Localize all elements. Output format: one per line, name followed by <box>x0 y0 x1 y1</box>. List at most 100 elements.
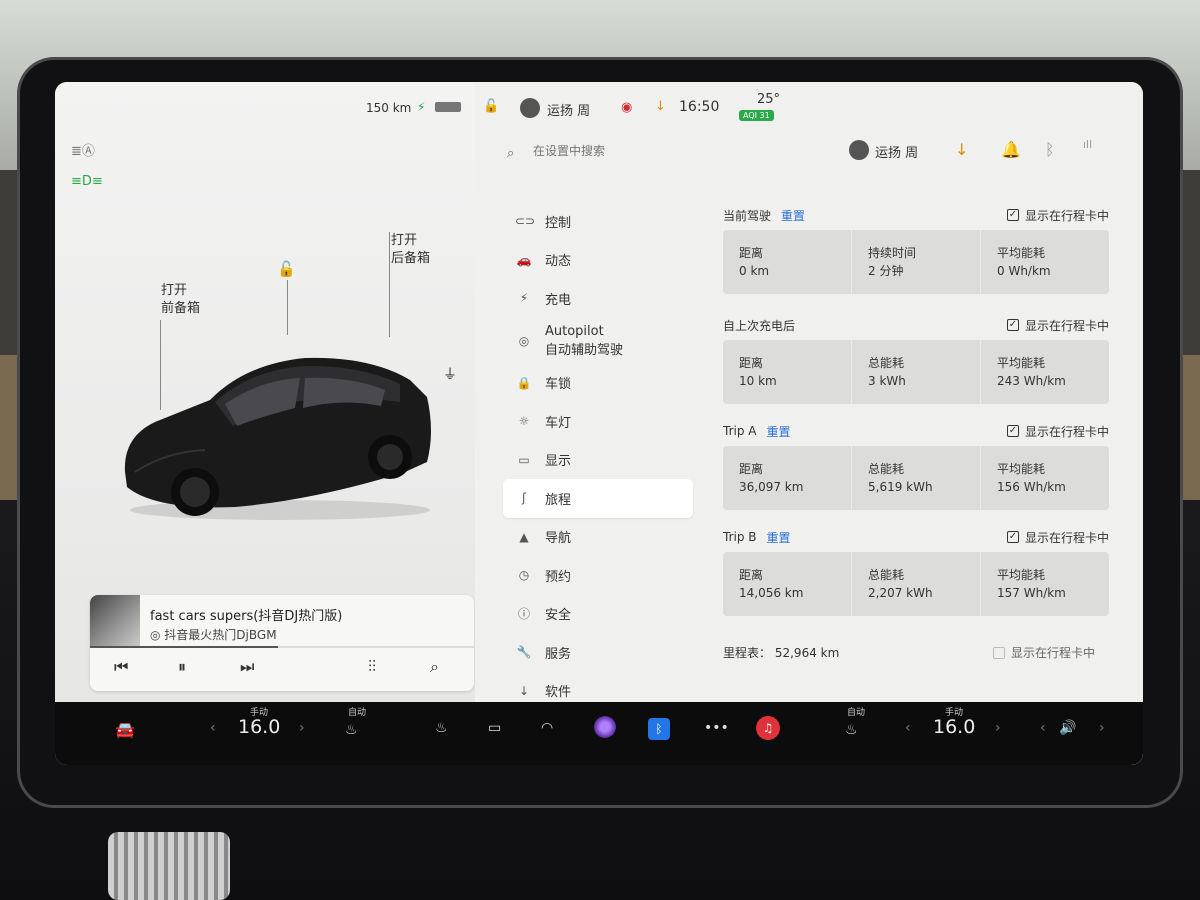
car-icon[interactable]: 🚘 <box>115 720 135 739</box>
left-seat-heater-icon[interactable]: ♨ <box>345 722 358 738</box>
show-on-card-toggle[interactable]: ✓ 显示在行程卡中 <box>1006 423 1109 440</box>
show-on-card-toggle[interactable]: ✓ 显示在行程卡中 <box>1006 207 1109 224</box>
menu-item-0[interactable]: ⊂⊃ 控制 <box>503 202 693 241</box>
bluetooth-app-icon[interactable]: ᛒ <box>648 718 670 740</box>
left-seat-mode: 自动 <box>348 708 367 718</box>
more-apps-icon[interactable]: ••• <box>704 720 729 736</box>
auto-headlight-icon[interactable]: ≣Ⓐ <box>71 140 95 159</box>
stat-value: 2,207 kWh <box>868 586 933 600</box>
chevron-left-icon[interactable]: ‹ <box>210 720 216 736</box>
next-track-icon[interactable]: ⏭ <box>240 657 254 677</box>
trunk-open-button[interactable]: 打开 后备箱 <box>391 232 430 268</box>
menu-item-4[interactable]: 🔒 车锁 <box>503 364 693 403</box>
menu-item-2[interactable]: ⚡ 充电 <box>503 279 693 318</box>
artist-name: 抖音最火热门DjBGM <box>164 628 277 642</box>
stat-cell: 距离 14,056 km <box>723 552 852 616</box>
checkbox[interactable]: ✓ <box>1006 531 1019 543</box>
menu-item-5[interactable]: ☼ 车灯 <box>503 402 693 441</box>
rear-defrost-icon[interactable]: ▭ <box>488 720 501 736</box>
show-on-card-toggle[interactable]: ✓ 显示在行程卡中 <box>1006 529 1109 546</box>
stat-value: 36,097 km <box>739 480 804 494</box>
update-available-icon[interactable]: ↓ <box>655 99 666 114</box>
battery-icon <box>435 102 461 112</box>
checkbox[interactable]: ✓ <box>1006 319 1019 331</box>
navigate-icon: ▲ <box>519 529 529 544</box>
menu-item-7[interactable]: ʃ 旅程 <box>503 479 693 518</box>
stat-label: 总能耗 <box>868 568 905 582</box>
menu-item-9[interactable]: ◷ 预约 <box>503 556 693 595</box>
menu-item-3[interactable]: ◎ Autopilot 自动辅助驾驶 <box>503 318 693 364</box>
front-defrost-icon[interactable]: ◠ <box>541 720 553 736</box>
trunk-label-1: 打开 <box>391 233 418 248</box>
trunk-label-2: 后备箱 <box>391 251 431 266</box>
driver-profile-name[interactable]: 运扬 周 <box>547 100 590 119</box>
menu-label-line1: 导航 <box>545 531 572 547</box>
menu-item-6[interactable]: ▭ 显示 <box>503 441 693 480</box>
chevron-right-icon[interactable]: › <box>299 720 305 736</box>
section-title: 自上次充电后 <box>723 318 796 333</box>
stat-cell: 总能耗 3 kWh <box>852 340 981 404</box>
stat-value: 10 km <box>739 374 777 388</box>
chevron-left-icon[interactable]: ‹ <box>905 720 911 736</box>
schedule-icon: ◷ <box>518 568 530 583</box>
progress-bar[interactable] <box>90 646 474 648</box>
search-icon[interactable]: ⌕ <box>430 657 439 677</box>
stat-label: 平均能耗 <box>997 462 1046 476</box>
download-icon[interactable]: ↓ <box>955 140 968 159</box>
chevron-right-icon[interactable]: › <box>1099 720 1105 736</box>
right-temperature[interactable]: 16.0 <box>933 716 975 738</box>
stat-value: 5,619 kWh <box>868 480 933 494</box>
steering-heater-icon[interactable]: ♨ <box>435 720 448 736</box>
menu-item-label: 服务 <box>545 643 571 662</box>
dashcam-icon[interactable]: ◉ <box>621 100 632 115</box>
menu-label-line1: 服务 <box>545 646 572 662</box>
stat-label: 平均能耗 <box>997 246 1046 260</box>
settings-search-input[interactable] <box>533 144 783 158</box>
charge-port-icon[interactable]: ⏚ <box>443 364 457 384</box>
menu-item-1[interactable]: 🚗 动态 <box>503 241 693 280</box>
steering-wheel-icon: ◎ <box>518 333 530 348</box>
avatar[interactable] <box>849 140 869 160</box>
reset-button[interactable]: 重置 <box>767 529 791 546</box>
checkbox[interactable]: ✓ <box>1006 209 1019 221</box>
left-temperature[interactable]: 16.0 <box>238 716 280 738</box>
unlock-icon[interactable]: 🔓 <box>277 260 296 278</box>
odometer-show-toggle[interactable]: 显示在行程卡中 <box>993 644 1095 661</box>
menu-item-11[interactable]: 🔧 服务 <box>503 633 693 672</box>
trip-section: Trip A 重置 ✓ 显示在行程卡中 距离 36,097 km 总能耗 5,619 kWh 平… <box>723 420 1109 510</box>
stat-label: 距离 <box>739 246 764 260</box>
previous-track-icon[interactable]: ⏮ <box>114 657 128 677</box>
avatar[interactable] <box>520 98 540 118</box>
aqi-badge: AQI 31 <box>739 110 774 121</box>
bottom-dock: 🚘 ‹ 手动 16.0 › 自动 ♨ ♨ ▭ ◠ ᛒ ••• ♫ 自动 ♨ ‹ … <box>55 702 1143 765</box>
camera-app-icon[interactable] <box>594 716 616 738</box>
chevron-right-icon[interactable]: › <box>995 720 1001 736</box>
volume-icon[interactable]: 🔊 <box>1059 720 1076 736</box>
menu-item-label: 软件 <box>545 681 571 700</box>
show-on-card-label: 显示在行程卡中 <box>1024 424 1109 439</box>
show-on-card-label: 显示在行程卡中 <box>1024 208 1109 223</box>
pause-icon[interactable]: ⏸ <box>178 657 186 677</box>
reset-button[interactable]: 重置 <box>766 423 790 440</box>
frunk-open-button[interactable]: 打开 前备箱 <box>161 282 200 318</box>
bluetooth-icon[interactable]: ᛒ <box>1045 140 1055 159</box>
safety-icon: ⓘ <box>517 607 530 622</box>
music-app-icon[interactable]: ♫ <box>756 716 780 740</box>
menu-item-8[interactable]: ▲ 导航 <box>503 518 693 557</box>
right-seat-heater-icon[interactable]: ♨ <box>845 722 858 738</box>
show-on-card-toggle[interactable]: ✓ 显示在行程卡中 <box>1006 317 1109 334</box>
checkbox[interactable]: ✓ <box>1006 425 1019 437</box>
menu-label-line1: 旅程 <box>545 492 572 508</box>
stat-label: 平均能耗 <box>997 356 1046 370</box>
lock-status-icon[interactable]: 🔓 <box>483 99 499 114</box>
show-on-card-label: 显示在行程卡中 <box>1024 530 1109 545</box>
checkbox[interactable] <box>993 646 1005 659</box>
notification-bell-icon[interactable]: 🔔 <box>1001 140 1021 159</box>
reset-button[interactable]: 重置 <box>781 207 805 224</box>
profile-name[interactable]: 运扬 周 <box>875 142 918 161</box>
equalizer-icon[interactable]: ⫶⫶ <box>368 657 376 677</box>
chevron-left-icon[interactable]: ‹ <box>1040 720 1046 736</box>
album-art[interactable] <box>90 595 140 647</box>
menu-item-10[interactable]: ⓘ 安全 <box>503 595 693 634</box>
section-title: 当前驾驶 <box>723 208 772 223</box>
